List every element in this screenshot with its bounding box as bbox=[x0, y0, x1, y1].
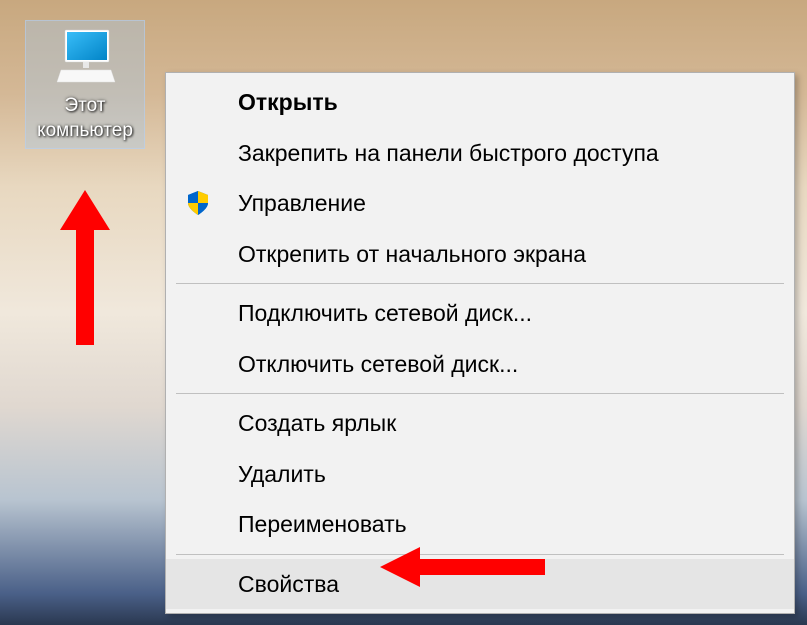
computer-icon bbox=[53, 26, 118, 86]
menu-separator bbox=[176, 393, 784, 394]
menu-item-create-shortcut[interactable]: Создать ярлык bbox=[166, 398, 794, 449]
menu-item-label: Свойства bbox=[238, 571, 339, 597]
menu-item-label: Подключить сетевой диск... bbox=[238, 300, 532, 326]
annotation-arrow-up bbox=[50, 190, 120, 355]
menu-separator bbox=[176, 283, 784, 284]
menu-item-label: Открыть bbox=[238, 89, 338, 115]
menu-item-disconnect-network-drive[interactable]: Отключить сетевой диск... bbox=[166, 339, 794, 390]
menu-item-open[interactable]: Открыть bbox=[166, 77, 794, 128]
menu-item-label: Отключить сетевой диск... bbox=[238, 351, 518, 377]
menu-item-map-network-drive[interactable]: Подключить сетевой диск... bbox=[166, 288, 794, 339]
menu-item-label: Открепить от начального экрана bbox=[238, 241, 586, 267]
menu-item-label: Переименовать bbox=[238, 511, 407, 537]
menu-item-label: Создать ярлык bbox=[238, 410, 396, 436]
desktop-icon-this-pc[interactable]: Этот компьютер bbox=[25, 20, 145, 149]
desktop-icon-label: Этот компьютер bbox=[31, 94, 139, 143]
shield-icon bbox=[184, 189, 212, 217]
menu-item-unpin-start[interactable]: Открепить от начального экрана bbox=[166, 229, 794, 280]
menu-item-pin-quick-access[interactable]: Закрепить на панели быстрого доступа bbox=[166, 128, 794, 179]
menu-item-manage[interactable]: Управление bbox=[166, 178, 794, 229]
menu-item-label: Удалить bbox=[238, 461, 326, 487]
annotation-arrow-left bbox=[380, 542, 550, 597]
menu-item-delete[interactable]: Удалить bbox=[166, 449, 794, 500]
context-menu: Открыть Закрепить на панели быстрого дос… bbox=[165, 72, 795, 614]
menu-item-label: Закрепить на панели быстрого доступа bbox=[238, 140, 659, 166]
menu-item-label: Управление bbox=[238, 190, 366, 216]
